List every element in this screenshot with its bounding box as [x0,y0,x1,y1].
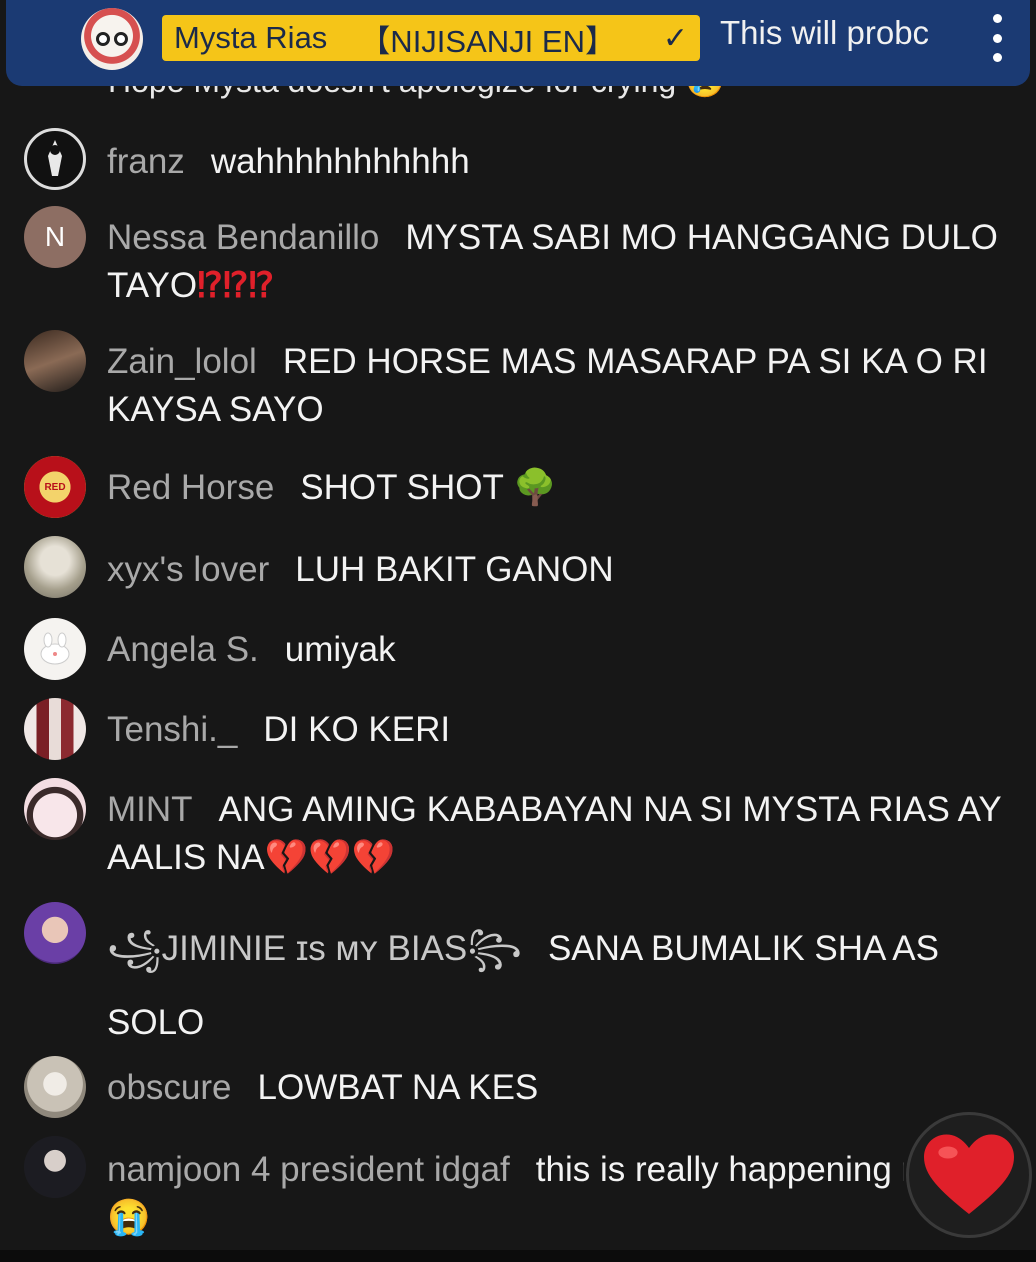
avatar-jiminie [24,902,86,964]
broken-heart-emoji: 💔💔💔 [264,838,396,877]
check-icon: ✓ [662,21,688,55]
interrobang-emoji: ⁉⁉⁉ [197,266,275,305]
avatar-zain [24,330,86,392]
chat-message: MINT ANG AMING KABABAYAN NA SI MYSTA RIAS… [24,778,1024,884]
chat-message: Angela S. umiyak [24,618,1024,680]
chat-message: franz wahhhhhhhhhhh [24,128,1024,190]
chat-message: RED Red Horse SHOT SHOT 🌳 [24,456,1024,518]
message-author[interactable]: Tenshi._ [107,710,237,749]
message-author[interactable]: ꧁JIMINIE ɪs ᴍʏ BIAS꧂ [107,929,522,968]
chat-message: Tenshi._ DI KO KERI [24,698,1024,760]
message-text: ANG AMING KABABAYAN NA SI MYSTA RIAS AY … [107,790,1002,877]
more-vertical-icon[interactable] [986,14,1008,62]
avatar-obscure [24,1056,86,1118]
channel-tag: 【NIJISANJI EN】 [359,23,616,59]
message-author[interactable]: MINT [107,790,193,829]
chat-message: N Nessa Bendanillo MYSTA SABI MO HANGGANG… [24,206,1024,312]
heart-reaction-button[interactable] [906,1112,1032,1238]
channel-name: Mysta Rias [174,20,328,55]
chat-message: namjoon 4 president idgaf this is really … [24,1136,1024,1242]
message-text: DI KO KERI [263,710,451,749]
crying-emoji: 😭 [107,1198,151,1237]
avatar-xyx [24,536,86,598]
avatar-mint [24,778,86,840]
tree-emoji: 🌳 [512,468,557,507]
heart-icon [924,1134,1014,1214]
owner-badge: Mysta Rias 【NIJISANJI EN】 ✓ [162,15,700,61]
message-text: LUH BAKIT GANON [295,550,614,589]
message-author[interactable]: xyx's lover [107,550,269,589]
chat-message: xyx's lover LUH BAKIT GANON [24,536,1024,598]
message-author[interactable]: Zain_lolol [107,342,257,381]
chat-message: obscure LOWBAT NA KES [24,1056,1024,1118]
avatar-angela [24,618,86,680]
message-author[interactable]: obscure [107,1068,232,1107]
avatar-nessa: N [24,206,86,268]
chat-message: Zain_lolol RED HORSE MAS MASARAP PA SI KA… [24,330,1024,436]
message-text: SHOT SHOT [300,468,504,507]
message-author[interactable]: Red Horse [107,468,274,507]
message-text: this is really happening ri [535,1150,904,1189]
message-author[interactable]: Angela S. [107,630,259,669]
pinned-message-banner[interactable]: Mysta Rias 【NIJISANJI EN】 ✓ This will pr… [6,0,1030,86]
avatar-tenshi [24,698,86,760]
message-author[interactable]: namjoon 4 president idgaf [107,1150,510,1189]
pinned-message-text: This will probc [720,14,928,51]
avatar-namjoon [24,1136,86,1198]
message-author[interactable]: franz [107,142,185,181]
message-author[interactable]: Nessa Bendanillo [107,218,379,257]
avatar-red-horse: RED [24,456,86,518]
message-text: wahhhhhhhhhhh [210,142,470,181]
message-text: umiyak [284,630,396,669]
chat-message: ꧁JIMINIE ɪs ᴍʏ BIAS꧂ SANA BUMALIK SHA AS … [24,902,1024,1042]
channel-avatar [81,8,143,70]
avatar-franz [24,128,86,190]
bottom-edge [0,1250,1036,1262]
message-text: LOWBAT NA KES [257,1068,539,1107]
